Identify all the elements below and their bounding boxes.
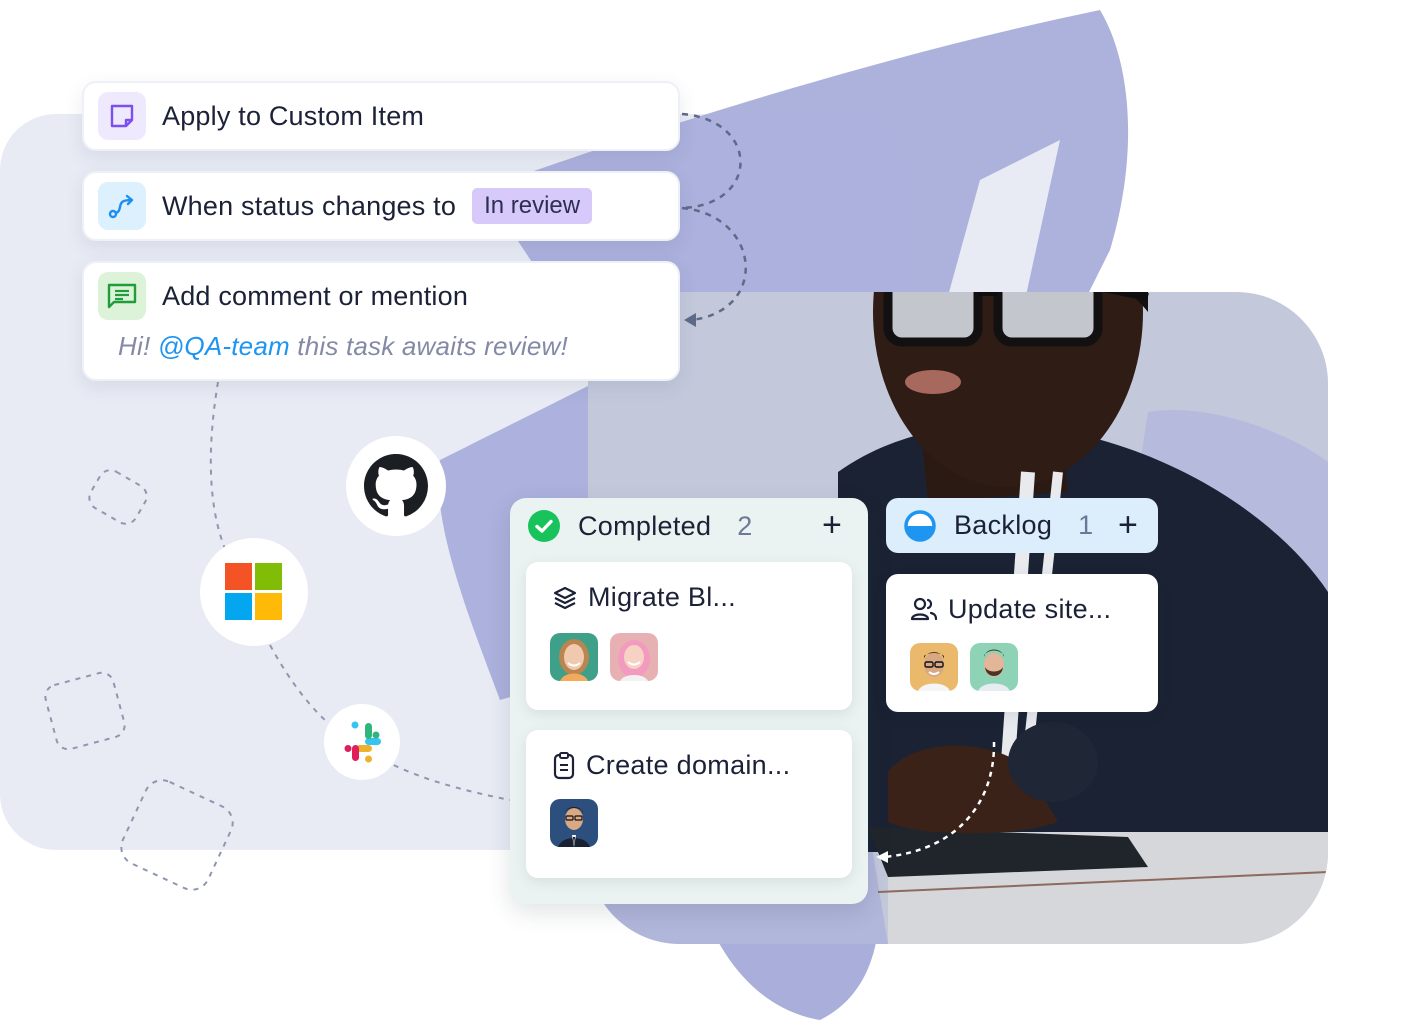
check-circle-icon — [528, 510, 560, 542]
sticky-note-icon — [98, 92, 146, 140]
task-card[interactable]: Update site... — [886, 574, 1158, 712]
comment-text: Hi! @QA-team this task awaits review! — [84, 329, 678, 362]
action-card-label: Add comment or mention — [162, 280, 469, 311]
apply-to-custom-item-card[interactable]: Apply to Custom Item — [82, 81, 680, 151]
task-card[interactable]: Migrate Bl... — [526, 562, 852, 710]
task-title: Migrate Bl... — [588, 582, 736, 612]
comment-icon — [98, 272, 146, 320]
task-card[interactable]: Create domain... — [526, 730, 852, 878]
users-icon — [910, 597, 938, 620]
avatar[interactable] — [910, 643, 958, 691]
comment-prefix: Hi! — [118, 331, 158, 361]
avatar[interactable] — [610, 633, 658, 681]
status-badge[interactable]: In review — [472, 188, 593, 224]
avatar[interactable] — [550, 633, 598, 681]
mention-link[interactable]: @QA-team — [158, 331, 290, 361]
avatar[interactable] — [970, 643, 1018, 691]
trigger-card-label: When status changes to — [162, 190, 457, 221]
board-column-completed: Completed 2 + Migrate Bl... Create domai… — [510, 498, 868, 904]
column-count: 2 — [737, 510, 753, 541]
avatar[interactable] — [550, 799, 598, 847]
slack-integration[interactable] — [324, 704, 400, 780]
board-column-backlog-header: Backlog 1 + — [886, 498, 1158, 553]
slack-icon — [344, 721, 381, 763]
column-title: Completed — [578, 510, 712, 541]
column-title: Backlog — [954, 510, 1053, 540]
task-title: Create domain... — [586, 750, 791, 780]
github-integration[interactable] — [346, 436, 446, 536]
microsoft-icon — [225, 563, 282, 620]
add-task-button[interactable]: + — [1118, 508, 1138, 542]
half-circle-icon — [904, 509, 936, 542]
status-trigger-card[interactable]: When status changes to In review — [82, 171, 680, 241]
clipboard-icon — [553, 751, 575, 779]
task-title: Update site... — [948, 594, 1112, 624]
column-count: 1 — [1078, 510, 1094, 540]
layers-icon — [553, 586, 577, 609]
route-arrow-icon — [98, 182, 146, 230]
apply-card-label: Apply to Custom Item — [162, 100, 425, 131]
comment-suffix: this task awaits review! — [289, 331, 568, 361]
add-comment-card[interactable]: Add comment or mention Hi! @QA-team this… — [82, 261, 680, 381]
add-task-button[interactable]: + — [822, 508, 842, 542]
microsoft-integration[interactable] — [200, 538, 308, 646]
github-icon — [364, 454, 428, 517]
column-header: Completed 2 — [510, 498, 868, 554]
